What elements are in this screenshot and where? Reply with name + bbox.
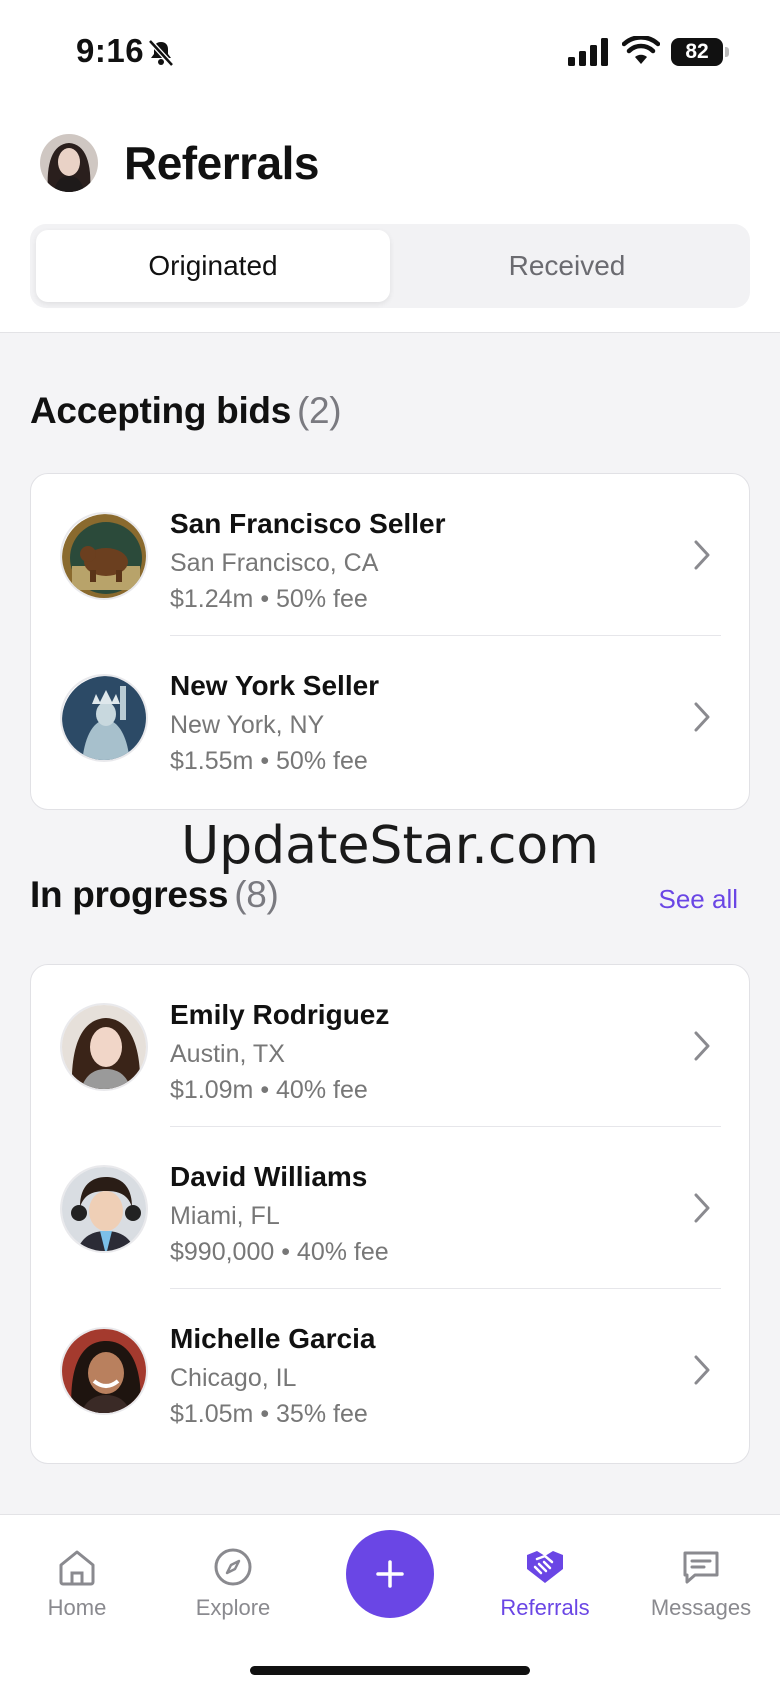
- list-item[interactable]: New York Seller New York, NY $1.55m • 50…: [31, 636, 749, 798]
- battery-percentage: 82: [685, 40, 709, 63]
- plus-icon: [376, 1560, 404, 1588]
- tab-home[interactable]: Home: [7, 1545, 147, 1621]
- chevron-right-icon: [694, 1193, 710, 1223]
- battery-icon: 82: [671, 38, 729, 66]
- bell-muted-icon: [148, 39, 174, 67]
- top-panel: 9:16 82 Referrals Originated Received: [0, 0, 780, 333]
- list-item[interactable]: Michelle Garcia Chicago, IL $1.05m • 35%…: [31, 1289, 749, 1451]
- segmented-control: Originated Received: [30, 224, 750, 308]
- list-item[interactable]: David Williams Miami, FL $990,000 • 40% …: [31, 1127, 749, 1289]
- bear-seal-icon: [60, 512, 148, 600]
- section-count: (8): [234, 874, 279, 915]
- statue-of-liberty-icon: [60, 674, 148, 762]
- list-item[interactable]: San Francisco Seller San Francisco, CA $…: [31, 474, 749, 636]
- section-title: In progress: [30, 874, 229, 915]
- tab-label: Explore: [195, 1595, 271, 1620]
- tab-messages[interactable]: Messages: [631, 1545, 771, 1621]
- status-time: 9:16: [76, 32, 145, 69]
- item-meta: $1.24m • 50% fee: [170, 585, 368, 613]
- chevron-right-icon: [694, 1031, 710, 1061]
- item-name: Michelle Garcia: [170, 1323, 376, 1354]
- home-icon: [59, 1550, 95, 1586]
- item-location: San Francisco, CA: [170, 549, 379, 577]
- bottom-tab-bar: Home Explore Referrals Messages: [0, 1514, 780, 1691]
- wifi-icon: [622, 36, 660, 64]
- person-photo-icon: [60, 1003, 148, 1091]
- page-title: Referrals: [124, 137, 319, 189]
- item-name: David Williams: [170, 1161, 368, 1192]
- cellular-signal-icon: [568, 38, 608, 66]
- home-indicator: [250, 1666, 530, 1675]
- accepting-bids-card: San Francisco Seller San Francisco, CA $…: [30, 473, 750, 810]
- in-progress-card: Emily Rodriguez Austin, TX $1.09m • 40% …: [30, 964, 750, 1464]
- tab-label: Referrals: [500, 1595, 590, 1620]
- person-photo-icon: [60, 1165, 148, 1253]
- item-meta: $1.05m • 35% fee: [170, 1400, 368, 1428]
- item-meta: $1.09m • 40% fee: [170, 1076, 368, 1104]
- accepting-bids-heading: Accepting bids (2): [30, 390, 342, 432]
- profile-avatar[interactable]: [40, 134, 98, 192]
- tab-label: Home: [47, 1595, 107, 1620]
- referrals-screen: 9:16 82 Referrals Originated Received Ac…: [0, 0, 780, 1691]
- list-item[interactable]: Emily Rodriguez Austin, TX $1.09m • 40% …: [31, 965, 749, 1127]
- tab-received[interactable]: Received: [390, 230, 744, 302]
- status-bar: 9:16 82: [0, 0, 780, 110]
- item-name: Emily Rodriguez: [170, 999, 390, 1030]
- item-location: New York, NY: [170, 711, 325, 739]
- item-meta: $990,000 • 40% fee: [170, 1238, 389, 1266]
- add-referral-button[interactable]: [346, 1530, 434, 1618]
- compass-icon: [214, 1548, 252, 1586]
- chevron-right-icon: [694, 702, 710, 732]
- watermark-text: UpdateStar.com: [181, 816, 599, 876]
- tab-explore[interactable]: Explore: [163, 1545, 303, 1621]
- in-progress-heading: In progress (8): [30, 874, 279, 916]
- tab-originated[interactable]: Originated: [36, 230, 390, 302]
- chevron-right-icon: [694, 1355, 710, 1385]
- handshake-icon: [527, 1551, 563, 1583]
- message-icon: [683, 1551, 719, 1584]
- person-photo-icon: [60, 1327, 148, 1415]
- tab-referrals[interactable]: Referrals: [475, 1545, 615, 1621]
- chevron-right-icon: [694, 540, 710, 570]
- item-name: San Francisco Seller: [170, 508, 446, 539]
- item-meta: $1.55m • 50% fee: [170, 747, 368, 775]
- item-location: Miami, FL: [170, 1202, 280, 1230]
- see-all-link[interactable]: See all: [659, 884, 739, 915]
- tab-label: Messages: [650, 1595, 752, 1620]
- section-title: Accepting bids: [30, 390, 291, 431]
- item-location: Austin, TX: [170, 1040, 285, 1068]
- item-name: New York Seller: [170, 670, 380, 701]
- profile-photo-icon: [40, 134, 98, 192]
- item-location: Chicago, IL: [170, 1364, 297, 1392]
- section-count: (2): [297, 390, 342, 431]
